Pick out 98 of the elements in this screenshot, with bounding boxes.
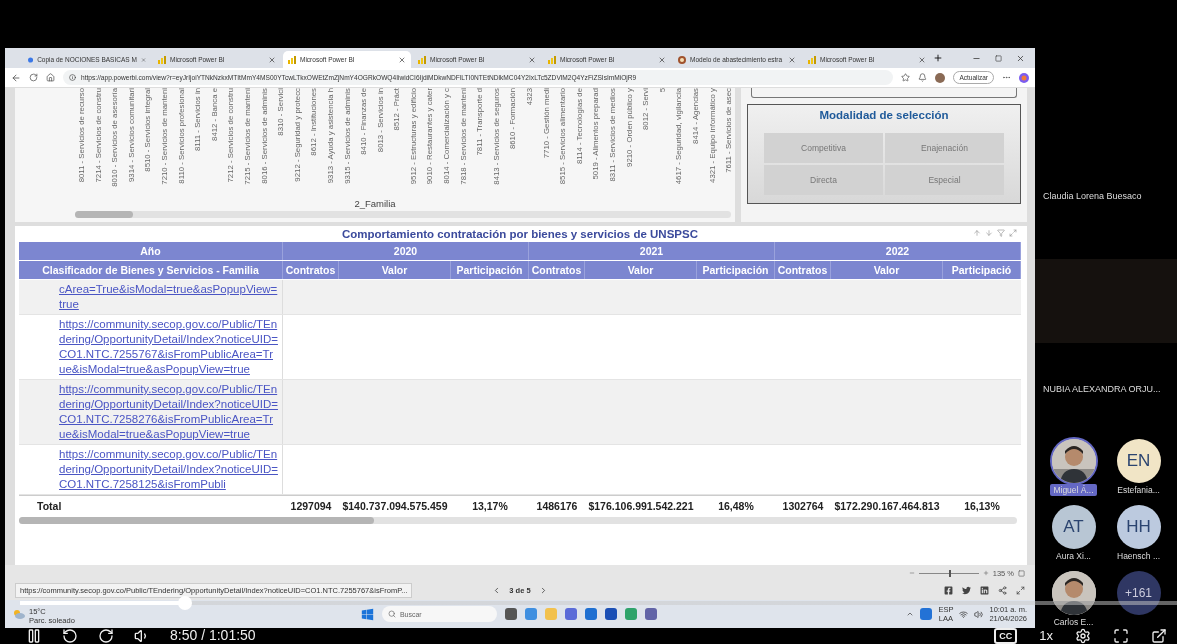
home-icon[interactable] xyxy=(46,73,55,82)
rewind-icon[interactable] xyxy=(62,628,78,644)
column-header: Valor xyxy=(831,261,943,279)
axis-title: 2_Familia xyxy=(354,198,396,209)
scrollbar[interactable] xyxy=(75,211,731,218)
column-header: Contratos xyxy=(283,261,339,279)
forward-icon[interactable] xyxy=(98,628,114,644)
browser-icon[interactable] xyxy=(624,608,637,620)
fullscreen-icon[interactable] xyxy=(1113,628,1129,644)
close-icon[interactable] xyxy=(528,55,536,64)
link[interactable]: https://community.secop.gov.co/Public/TEndering/OpportunityDetail/Index?noticeUID=CO1.NTC.7258125&isFromPubli xyxy=(59,447,278,492)
table-title: Comportamiento contratación por bienes y servicios de UNSPSC xyxy=(342,228,698,240)
scrollbar[interactable] xyxy=(19,517,1017,524)
column-header: Participación xyxy=(697,261,775,279)
app-icon[interactable] xyxy=(564,608,577,620)
column-header: 2022 xyxy=(775,242,1021,260)
app-icon[interactable] xyxy=(524,608,537,620)
share-icon[interactable] xyxy=(998,586,1007,595)
participant-name: Haensch ... xyxy=(1116,550,1161,562)
participant-name: Claudia Lorena Buesaco xyxy=(1042,191,1143,201)
avatar: HH xyxy=(1116,505,1161,549)
tray-icon[interactable] xyxy=(906,610,915,618)
wifi-icon[interactable] xyxy=(959,609,969,619)
column-header: Contratos xyxy=(529,261,585,279)
participant-name: Miguel Á... xyxy=(1050,484,1097,496)
table-cell-text: $172.290.167.464.813 xyxy=(833,499,941,512)
app-icon[interactable] xyxy=(644,608,657,620)
column-header: Contratos xyxy=(775,261,831,279)
close-icon[interactable] xyxy=(658,55,666,64)
chart-icon xyxy=(158,55,166,64)
column-header: Año xyxy=(19,242,283,260)
slider-thumb[interactable] xyxy=(948,569,951,577)
microphone-icon[interactable] xyxy=(920,608,933,620)
participant-name: NUBIA ALEXANDRA ORJU... xyxy=(1042,384,1162,394)
column-header: Valor xyxy=(585,261,697,279)
close-icon[interactable] xyxy=(1016,53,1025,63)
column-header: Participació xyxy=(943,261,1021,279)
chart-icon xyxy=(288,55,296,64)
popout-icon[interactable] xyxy=(1151,628,1167,644)
dropdown[interactable] xyxy=(751,88,1017,98)
settings-icon[interactable] xyxy=(1075,628,1091,644)
mail-icon[interactable] xyxy=(584,608,597,620)
new-tab-icon[interactable] xyxy=(933,53,943,63)
focus-mode-icon[interactable] xyxy=(1009,229,1017,237)
close-icon[interactable] xyxy=(398,55,406,64)
linkedin-icon[interactable] xyxy=(980,586,989,595)
table-cell-text: $176.106.991.542.221 xyxy=(587,499,695,512)
playback-time: 8:50 / 1:01:50 xyxy=(170,628,256,642)
table-cell-text: 13,17% xyxy=(471,499,509,512)
close-icon[interactable] xyxy=(268,55,276,64)
facebook-icon[interactable] xyxy=(944,586,953,595)
twitter-icon[interactable] xyxy=(962,586,971,595)
fullscreen-icon[interactable] xyxy=(1016,586,1025,595)
app-icon[interactable] xyxy=(504,608,517,620)
globe-icon xyxy=(28,55,34,64)
avatar: AT xyxy=(1051,505,1096,549)
table-cell-text: 1302764 xyxy=(781,499,825,512)
fit-page-icon[interactable] xyxy=(1018,569,1025,577)
search-icon xyxy=(387,610,396,618)
column-header: Valor xyxy=(339,261,451,279)
table-cell-text: 1486176 xyxy=(535,499,579,512)
chart-icon xyxy=(808,55,816,64)
captions-button[interactable]: CC xyxy=(994,628,1018,644)
chart-icon xyxy=(548,55,556,64)
table-cell-text: 16,48% xyxy=(717,499,755,512)
site-icon xyxy=(678,55,686,64)
link[interactable]: https://community.secop.gov.co/Public/TEndering/OpportunityDetail/Index?noticeUID=CO1.NTC.7255767&isFromPublicArea=True&isModal=true&asPopupView=true xyxy=(59,317,278,377)
participant-name: Estefania... xyxy=(1116,484,1161,496)
more-participants-button[interactable]: +161 xyxy=(1116,571,1161,615)
participant-name: Carlos E... xyxy=(1052,616,1095,628)
avatar: EN xyxy=(1116,439,1161,483)
column-header: 2021 xyxy=(529,242,775,260)
more-icon[interactable] xyxy=(1002,73,1011,82)
table-cell-text: $140.737.094.575.459 xyxy=(341,499,449,512)
bell-icon[interactable] xyxy=(918,73,928,82)
table-cell-text: Total xyxy=(36,499,63,512)
chart-icon xyxy=(418,55,426,64)
profile-icon[interactable] xyxy=(935,72,946,83)
link[interactable]: cArea=True&isModal=true&asPopupView=true xyxy=(59,282,278,312)
pause-icon[interactable] xyxy=(26,628,42,644)
link[interactable]: https://community.secop.gov.co/Public/TEndering/OpportunityDetail/Index?noticeUID=CO1.NTC.7258276&isFromPublicArea=True&isModal=true&asPopupView=true xyxy=(59,382,278,442)
app-icon[interactable] xyxy=(604,608,617,620)
close-icon[interactable] xyxy=(788,55,796,64)
speed-button[interactable]: 1x xyxy=(1039,628,1053,643)
close-icon[interactable] xyxy=(918,55,926,64)
table-cell-text: 16,13% xyxy=(963,499,1001,512)
column-header: Participación xyxy=(451,261,529,279)
column-header: 2020 xyxy=(283,242,529,260)
participant-name: Aura Xi... xyxy=(1055,550,1092,562)
table-cell-text: 1297094 xyxy=(289,499,333,512)
back-icon[interactable] xyxy=(11,72,21,83)
refresh-icon[interactable] xyxy=(29,73,38,82)
favorite-icon[interactable] xyxy=(901,73,911,82)
maximize-icon[interactable] xyxy=(995,54,1002,62)
info-icon[interactable] xyxy=(69,74,76,81)
start-icon[interactable] xyxy=(360,607,374,621)
column-header: Clasificador de Bienes y Servicios - Familia xyxy=(19,261,283,279)
slicer-title: Modalidad de selección xyxy=(818,109,950,121)
